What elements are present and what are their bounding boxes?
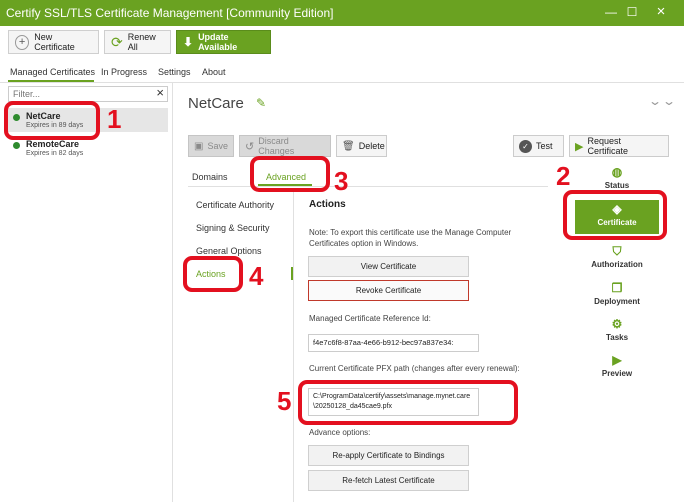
clear-filter-icon[interactable]: × — [156, 85, 164, 100]
refetch-certificate-button[interactable]: Re-fetch Latest Certificate — [308, 470, 469, 491]
annotation-box-5 — [298, 380, 518, 425]
reference-id-label: Managed Certificate Reference Id: — [309, 314, 431, 323]
side-nav-divider — [293, 190, 294, 502]
section-deployment[interactable]: ❐ Deployment — [575, 281, 659, 307]
nav-signing-security[interactable]: Signing & Security — [196, 223, 270, 233]
refresh-icon: ⟳ — [111, 33, 123, 50]
request-certificate-button[interactable]: ▶ Request Certificate — [569, 135, 669, 157]
save-button[interactable]: ▣ Save — [188, 135, 234, 157]
advanced-options-label: Advance options: — [309, 428, 371, 437]
section-tasks[interactable]: ⚙ Tasks — [575, 317, 659, 343]
edit-icon[interactable]: ✎ — [256, 96, 266, 110]
annotation-number-5: 5 — [277, 386, 292, 416]
export-note: Note: To export this certificate use the… — [309, 228, 512, 248]
delete-button[interactable]: 🗑 Delete — [336, 135, 387, 157]
annotation-box-3 — [250, 156, 330, 192]
page-title: NetCare — [188, 95, 244, 112]
window-title: Certify SSL/TLS Certificate Management [… — [6, 6, 334, 20]
test-button[interactable]: ✓ Test — [513, 135, 564, 157]
section-status[interactable]: ◍ Status — [575, 165, 659, 191]
globe-icon: ◍ — [611, 165, 623, 179]
pfx-path-label: Current Certificate PFX path (changes af… — [309, 364, 520, 373]
close-icon[interactable]: × — [651, 3, 671, 20]
annotation-number-3: 3 — [334, 166, 349, 196]
nav-certificate-authority[interactable]: Certificate Authority — [196, 200, 274, 210]
update-available-button[interactable]: ⬇ Update Available — [176, 30, 271, 54]
pane-divider — [172, 83, 173, 502]
actions-heading: Actions — [309, 199, 346, 210]
nav-general-options[interactable]: General Options — [196, 246, 262, 256]
tab-managed-certificates[interactable]: Managed Certificates — [10, 67, 95, 77]
tabs-divider — [0, 82, 684, 83]
new-certificate-button[interactable]: + New Certificate — [8, 30, 99, 54]
revoke-certificate-button[interactable]: Revoke Certificate — [308, 280, 469, 301]
renew-all-button[interactable]: ⟳ Renew All — [104, 30, 171, 54]
annotation-number-4: 4 — [249, 261, 264, 291]
annotation-box-1 — [4, 101, 100, 140]
shield-icon: ⛉ — [612, 244, 622, 258]
undo-icon: ↺ — [245, 140, 255, 153]
filter-input[interactable] — [9, 87, 149, 101]
gears-icon: ⚙ — [611, 317, 623, 331]
tab-in-progress[interactable]: In Progress — [101, 67, 147, 77]
chevron-down-icon[interactable]: ⌄⌄ — [648, 94, 676, 108]
section-authorization[interactable]: ⛉ Authorization — [575, 244, 659, 270]
plus-icon: + — [15, 34, 30, 50]
reference-id-field[interactable]: f4e7c6f8-87aa-4e66-b912-bec97a837e34: — [308, 334, 479, 352]
title-bar: Certify SSL/TLS Certificate Management [… — [0, 0, 684, 26]
play-icon: ▶ — [575, 140, 584, 153]
tab-domains[interactable]: Domains — [192, 172, 228, 182]
discard-changes-button[interactable]: ↺ Discard Changes — [239, 135, 331, 157]
save-icon: ▣ — [194, 140, 204, 152]
download-icon: ⬇ — [183, 35, 194, 49]
tab-about[interactable]: About — [202, 67, 226, 77]
side-nav-active-marker — [291, 267, 293, 280]
section-preview[interactable]: ▶ Preview — [575, 353, 659, 379]
annotation-number-1: 1 — [107, 104, 122, 134]
view-certificate-button[interactable]: View Certificate — [308, 256, 469, 277]
check-circle-icon: ✓ — [519, 139, 532, 153]
trash-icon: 🗑 — [342, 140, 355, 152]
status-dot-icon — [13, 142, 20, 149]
play-circle-icon: ▶ — [612, 353, 622, 367]
minimize-icon[interactable]: — — [601, 5, 621, 19]
filter-box: × — [8, 85, 168, 102]
annotation-box-2 — [563, 190, 667, 240]
copy-icon: ❐ — [611, 281, 623, 295]
annotation-box-4 — [183, 256, 243, 292]
reapply-bindings-button[interactable]: Re-apply Certificate to Bindings — [308, 445, 469, 466]
annotation-number-2: 2 — [556, 161, 571, 191]
tab-settings[interactable]: Settings — [158, 67, 191, 77]
maximize-icon[interactable]: ☐ — [622, 5, 642, 19]
subtabs-divider — [188, 186, 548, 187]
